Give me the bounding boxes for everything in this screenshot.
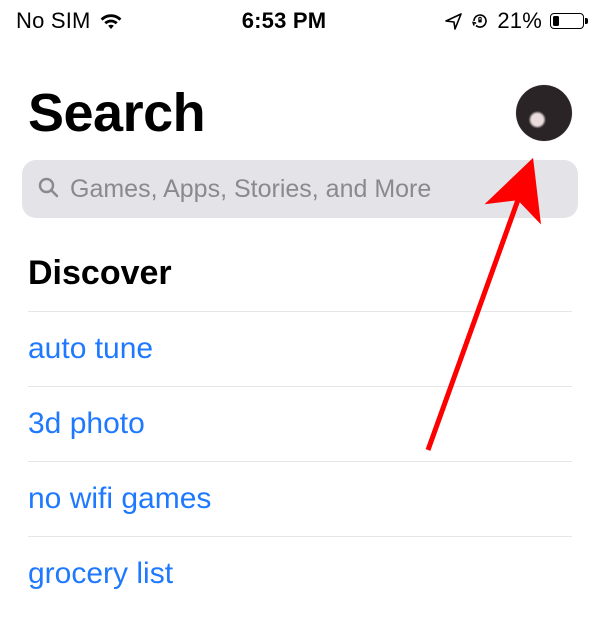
search-field[interactable] — [22, 160, 578, 218]
status-bar: No SIM 6:53 PM 21% — [0, 0, 600, 34]
wifi-icon — [99, 12, 123, 30]
status-bar-left: No SIM — [16, 8, 123, 34]
discover-heading: Discover — [28, 254, 572, 312]
discover-item[interactable]: auto tune — [28, 312, 572, 387]
search-icon — [36, 175, 60, 204]
status-time: 6:53 PM — [242, 8, 327, 34]
discover-item[interactable]: grocery list — [28, 537, 572, 611]
search-input[interactable] — [70, 175, 564, 204]
carrier-label: No SIM — [16, 8, 91, 34]
orientation-lock-icon — [471, 12, 489, 30]
discover-item[interactable]: no wifi games — [28, 462, 572, 537]
header: Search — [0, 34, 600, 144]
page-title: Search — [28, 82, 205, 144]
search-field-container — [0, 144, 600, 218]
battery-icon — [550, 13, 584, 29]
discover-list: auto tune 3d photo no wifi games grocery… — [28, 312, 572, 611]
profile-avatar[interactable] — [516, 85, 572, 141]
status-bar-right: 21% — [445, 8, 584, 34]
location-icon — [445, 12, 463, 30]
discover-item[interactable]: 3d photo — [28, 387, 572, 462]
discover-section: Discover auto tune 3d photo no wifi game… — [0, 218, 600, 611]
battery-fill — [553, 16, 559, 26]
battery-percent-label: 21% — [497, 8, 542, 34]
